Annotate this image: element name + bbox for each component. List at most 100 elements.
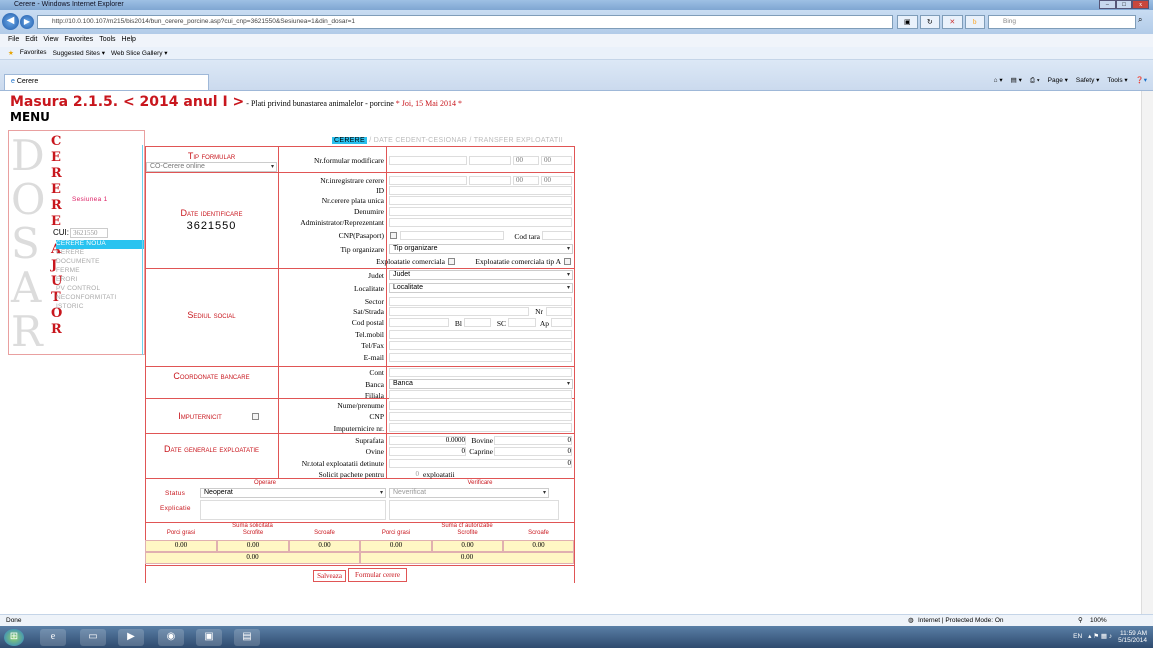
tab-cerere-form[interactable]: CERERE bbox=[332, 137, 367, 144]
vertical-scrollbar[interactable] bbox=[1141, 91, 1153, 614]
denumire-input[interactable] bbox=[389, 207, 572, 216]
tab-cedent-transfer[interactable]: / DATE CEDENT-CESIONAR / TRANSFER EXPLOA… bbox=[367, 137, 563, 144]
imp-nr-input[interactable] bbox=[389, 423, 572, 432]
home-icon[interactable]: ⌂ ▾ bbox=[994, 74, 1003, 88]
safety-menu[interactable]: Safety ▾ bbox=[1076, 74, 1100, 88]
back-arrow-icon[interactable]: ◀ bbox=[2, 13, 19, 30]
app-taskbar-icon[interactable]: ▣ bbox=[196, 629, 222, 646]
pasaport-checkbox[interactable] bbox=[390, 232, 397, 239]
nr-input[interactable] bbox=[546, 307, 572, 316]
sat-input[interactable] bbox=[389, 307, 529, 316]
tab-cerere[interactable]: e Cerere bbox=[4, 74, 209, 90]
tip-org-select[interactable]: Tip organizare bbox=[389, 244, 573, 254]
sidebar-item-cerere-noua[interactable]: CERERE NOUA bbox=[56, 240, 144, 249]
ie-taskbar-icon[interactable]: e bbox=[40, 629, 66, 646]
cod-tara-input[interactable] bbox=[542, 231, 572, 240]
chrome-taskbar-icon[interactable]: ◉ bbox=[158, 629, 184, 646]
nr-inreg-hour[interactable]: 00 bbox=[513, 176, 539, 185]
web-slice-gallery-link[interactable]: Web Slice Gallery ▾ bbox=[111, 49, 168, 57]
menu-view[interactable]: View bbox=[43, 36, 58, 45]
favorites-star-icon[interactable]: ★ bbox=[8, 49, 14, 57]
nr-formular-hour[interactable]: 00 bbox=[513, 156, 539, 165]
sidebar-item-documente[interactable]: DOCUMENTE bbox=[56, 258, 100, 266]
menu-edit[interactable]: Edit bbox=[25, 36, 37, 45]
admin-input[interactable] bbox=[389, 218, 572, 227]
ap-input[interactable] bbox=[551, 318, 572, 327]
maximize-button[interactable]: □ bbox=[1115, 0, 1133, 9]
cui-input[interactable]: 3621550 bbox=[70, 228, 108, 238]
tray-icons[interactable]: ▴ ⚑ ▦ ♪ bbox=[1088, 629, 1112, 645]
judet-select[interactable]: Judet bbox=[389, 270, 573, 280]
sector-input[interactable] bbox=[389, 297, 572, 306]
bl-input[interactable] bbox=[464, 318, 491, 327]
zoom-icon[interactable]: ⚲ bbox=[1078, 615, 1083, 626]
url-input[interactable]: http://10.0.100.107/m215/bis2014/bun_cer… bbox=[37, 15, 893, 29]
status-select[interactable]: Neoperat bbox=[200, 488, 386, 498]
feeds-icon[interactable]: ▤ ▾ bbox=[1011, 74, 1022, 88]
language-indicator[interactable]: EN bbox=[1073, 629, 1082, 645]
minimize-button[interactable]: – bbox=[1099, 0, 1116, 9]
search-icon[interactable]: ⌕ bbox=[1138, 15, 1150, 29]
cod-postal-input[interactable] bbox=[389, 318, 449, 327]
solicit-value[interactable]: 0 bbox=[389, 470, 420, 478]
nr-formular-input[interactable] bbox=[389, 156, 467, 165]
stop-icon[interactable]: ✕ bbox=[942, 15, 963, 29]
tel-mobil-input[interactable] bbox=[389, 330, 572, 339]
menu-help[interactable]: Help bbox=[122, 36, 136, 45]
sidebar-item-pv-control[interactable]: PV CONTROL bbox=[56, 285, 100, 293]
nr-formular-date[interactable] bbox=[469, 156, 511, 165]
explicatie-textarea[interactable] bbox=[200, 500, 386, 520]
sidebar-item-ferme[interactable]: FERME bbox=[56, 267, 80, 275]
sidebar-item-erori[interactable]: ERORI bbox=[56, 276, 78, 284]
explorer-taskbar-icon[interactable]: ▭ bbox=[80, 629, 106, 646]
salveaza-button[interactable]: Salveaza bbox=[313, 570, 346, 582]
expl-com-checkbox[interactable] bbox=[448, 258, 455, 265]
favorites-button[interactable]: Favorites bbox=[20, 49, 47, 57]
nr-total-input[interactable]: 0 bbox=[389, 459, 572, 468]
formular-cerere-button[interactable]: Formular cerere bbox=[348, 568, 407, 582]
nr-inreg-input[interactable] bbox=[389, 176, 467, 185]
suprafata-input[interactable]: 0.0000 bbox=[389, 436, 466, 445]
media-taskbar-icon[interactable]: ▶ bbox=[118, 629, 144, 646]
bovine-input[interactable]: 0 bbox=[494, 436, 572, 445]
menu-file[interactable]: File bbox=[8, 36, 19, 45]
help-icon[interactable]: ❓▾ bbox=[1136, 74, 1147, 88]
id-input[interactable] bbox=[389, 186, 572, 195]
menu-favorites[interactable]: Favorites bbox=[64, 36, 93, 45]
tools-menu[interactable]: Tools ▾ bbox=[1107, 74, 1127, 88]
print-icon[interactable]: ⎙ ▾ bbox=[1030, 74, 1040, 88]
ovine-input[interactable]: 0 bbox=[389, 447, 466, 456]
banca-select[interactable]: Banca bbox=[389, 379, 573, 389]
sc-input[interactable] bbox=[508, 318, 536, 327]
cnp-pasaport-input[interactable] bbox=[400, 231, 504, 240]
nr-formular-min[interactable]: 00 bbox=[541, 156, 572, 165]
window-taskbar-icon[interactable]: ▤ bbox=[234, 629, 260, 646]
cnp-input[interactable] bbox=[389, 412, 572, 421]
compat-view-icon[interactable]: ▣ bbox=[897, 15, 918, 29]
tel-fax-input[interactable] bbox=[389, 341, 572, 350]
close-button[interactable]: x bbox=[1132, 0, 1150, 9]
refresh-icon[interactable]: ↻ bbox=[919, 15, 940, 29]
page-menu[interactable]: Page ▾ bbox=[1048, 74, 1068, 88]
sidebar-item-istoric[interactable]: ISTORIC bbox=[56, 303, 84, 311]
sidebar-item-cerere[interactable]: CERERE bbox=[56, 249, 84, 257]
cont-input[interactable] bbox=[389, 368, 572, 377]
email-input[interactable] bbox=[389, 353, 572, 362]
start-button[interactable]: ⊞ bbox=[4, 629, 24, 646]
clock[interactable]: 11:59 AM 5/15/2014 bbox=[1118, 629, 1147, 645]
sidebar-item-neconformitati[interactable]: NECONFORMITATI bbox=[56, 294, 116, 302]
forward-arrow-icon[interactable]: ▶ bbox=[20, 15, 34, 29]
localitate-select[interactable]: Localitate bbox=[389, 283, 573, 293]
search-input[interactable]: Bing bbox=[988, 15, 1136, 29]
nr-inreg-min[interactable]: 00 bbox=[541, 176, 572, 185]
tip-formular-select[interactable]: CO-Cerere online bbox=[146, 162, 277, 172]
bing-logo-icon[interactable]: b bbox=[964, 15, 985, 29]
zoom-level[interactable]: 100% bbox=[1090, 615, 1107, 626]
verificare-textarea[interactable] bbox=[389, 500, 559, 520]
verificare-select[interactable]: Neverificat bbox=[389, 488, 549, 498]
suggested-sites-link[interactable]: Suggested Sites ▾ bbox=[53, 49, 105, 57]
imputernicit-checkbox[interactable] bbox=[252, 413, 259, 420]
menu-tools[interactable]: Tools bbox=[99, 36, 115, 45]
caprine-input[interactable]: 0 bbox=[494, 447, 572, 456]
nr-plata-input[interactable] bbox=[389, 196, 572, 205]
